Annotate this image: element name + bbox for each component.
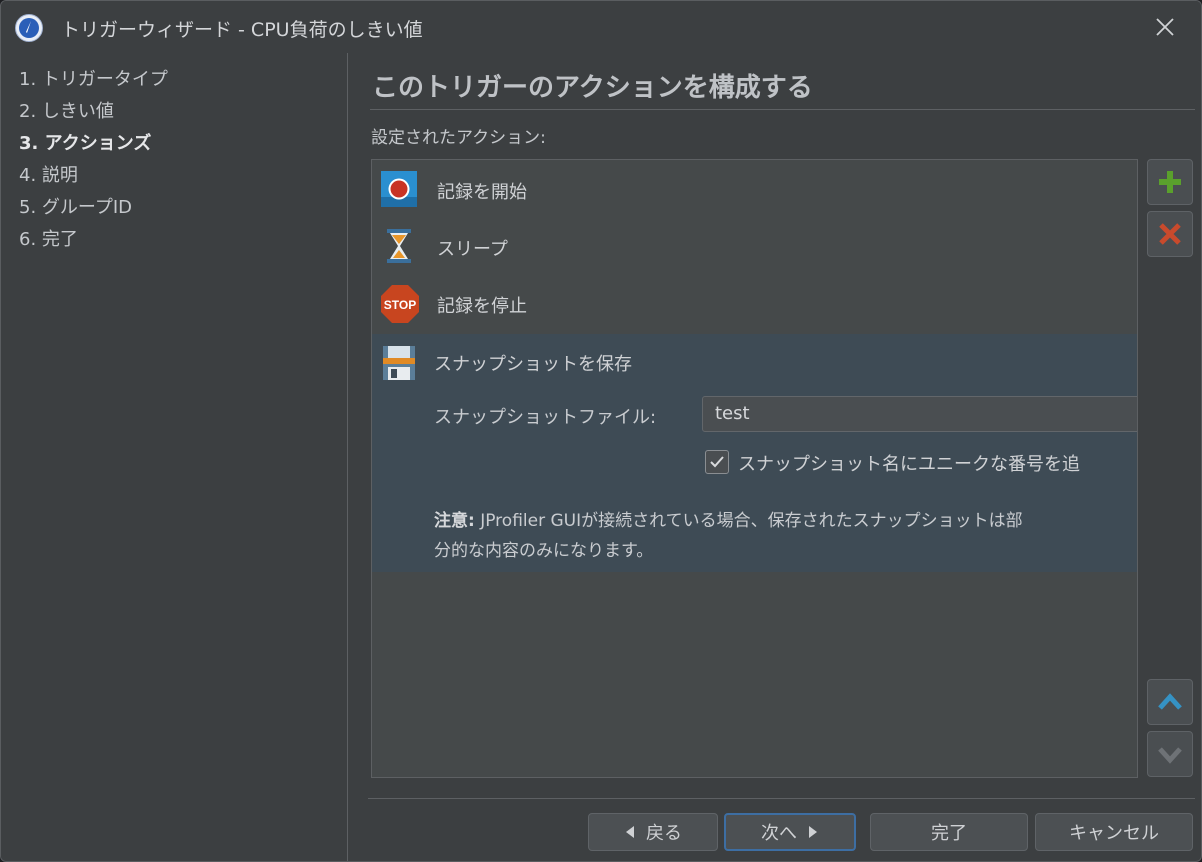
checkmark-icon [710, 456, 724, 468]
heading-divider [370, 109, 1195, 110]
stop-sign-icon: STOP [380, 284, 419, 323]
step-trigger-type[interactable]: 1. トリガータイプ [19, 65, 168, 91]
step-actions[interactable]: 3. アクションズ [19, 129, 151, 155]
unique-number-checkbox-label[interactable]: スナップショット名にユニークな番号を追 [738, 450, 1080, 476]
action-stop-recording[interactable]: STOP 記録を停止 [372, 274, 1137, 331]
arrow-right-icon [809, 826, 817, 838]
remove-action-button[interactable] [1147, 211, 1193, 257]
configured-actions-label: 設定されたアクション: [371, 128, 546, 148]
action-label: スナップショットを保存 [434, 354, 632, 375]
action-start-recording[interactable]: 記録を開始 [372, 160, 1137, 217]
step-finish[interactable]: 6. 完了 [19, 225, 78, 251]
move-down-button[interactable] [1147, 731, 1193, 777]
snapshot-file-label: スナップショットファイル: [434, 407, 657, 428]
action-sleep[interactable]: スリープ [372, 217, 1137, 274]
floppy-disk-icon [380, 344, 418, 382]
action-label: スリープ [437, 239, 508, 260]
close-icon [1156, 18, 1174, 36]
action-label: 記録を開始 [437, 182, 527, 203]
finish-button-label: 完了 [931, 823, 967, 844]
svg-text:STOP: STOP [384, 298, 416, 312]
cancel-button[interactable]: キャンセル [1035, 813, 1193, 851]
note-text-line2: 分的な内容のみになります。 [434, 541, 654, 561]
cancel-button-label: キャンセル [1069, 823, 1159, 844]
close-button[interactable] [1145, 11, 1185, 43]
next-button-label: 次へ [761, 823, 797, 844]
step-threshold[interactable]: 2. しきい値 [19, 97, 114, 123]
note-bold-label: 注意: [434, 511, 475, 531]
page-title: このトリガーのアクションを構成する [372, 73, 813, 103]
move-up-button[interactable] [1147, 679, 1193, 725]
finish-button[interactable]: 完了 [870, 813, 1028, 851]
snapshot-file-input[interactable]: test [702, 396, 1137, 432]
snapshot-note: 注意: JProfiler GUIが接続されている場合、保存されたスナップショッ… [434, 506, 1137, 566]
back-button[interactable]: 戻る [588, 813, 718, 851]
add-action-button[interactable] [1147, 159, 1193, 205]
action-save-snapshot[interactable]: スナップショットを保存 スナップショットファイル: test スナップショット名… [372, 334, 1137, 572]
arrow-left-icon [626, 826, 634, 838]
step-description[interactable]: 4. 説明 [19, 161, 78, 187]
chevron-down-icon [1158, 747, 1182, 764]
content-panel: このトリガーのアクションを構成する 設定されたアクション: 記録を開始 スリープ… [348, 53, 1201, 861]
note-text-line1: JProfiler GUIが接続されている場合、保存されたスナップショットは部 [474, 511, 1023, 531]
hourglass-icon [380, 227, 418, 265]
plus-icon [1159, 171, 1181, 193]
wizard-steps-panel: 1. トリガータイプ 2. しきい値 3. アクションズ 4. 説明 5. グル… [1, 53, 347, 861]
jprofiler-app-icon [15, 14, 43, 42]
delete-x-icon [1159, 223, 1181, 245]
step-group-id[interactable]: 5. グループID [19, 193, 132, 219]
chevron-up-icon [1158, 693, 1182, 710]
next-button[interactable]: 次へ [724, 813, 856, 851]
footer-divider [368, 798, 1195, 799]
actions-list[interactable]: 記録を開始 スリープ STOP 記録を停止 スナップショットを保存 スナップショ… [371, 159, 1138, 778]
action-label: 記録を停止 [437, 296, 527, 317]
back-button-label: 戻る [646, 823, 682, 844]
trigger-wizard-window: トリガーウィザード - CPU負荷のしきい値 1. トリガータイプ 2. しきい… [0, 0, 1202, 862]
record-start-icon [380, 170, 418, 208]
unique-number-checkbox[interactable] [705, 450, 729, 474]
window-title: トリガーウィザード - CPU負荷のしきい値 [61, 19, 423, 41]
title-bar: トリガーウィザード - CPU負荷のしきい値 [1, 1, 1201, 53]
